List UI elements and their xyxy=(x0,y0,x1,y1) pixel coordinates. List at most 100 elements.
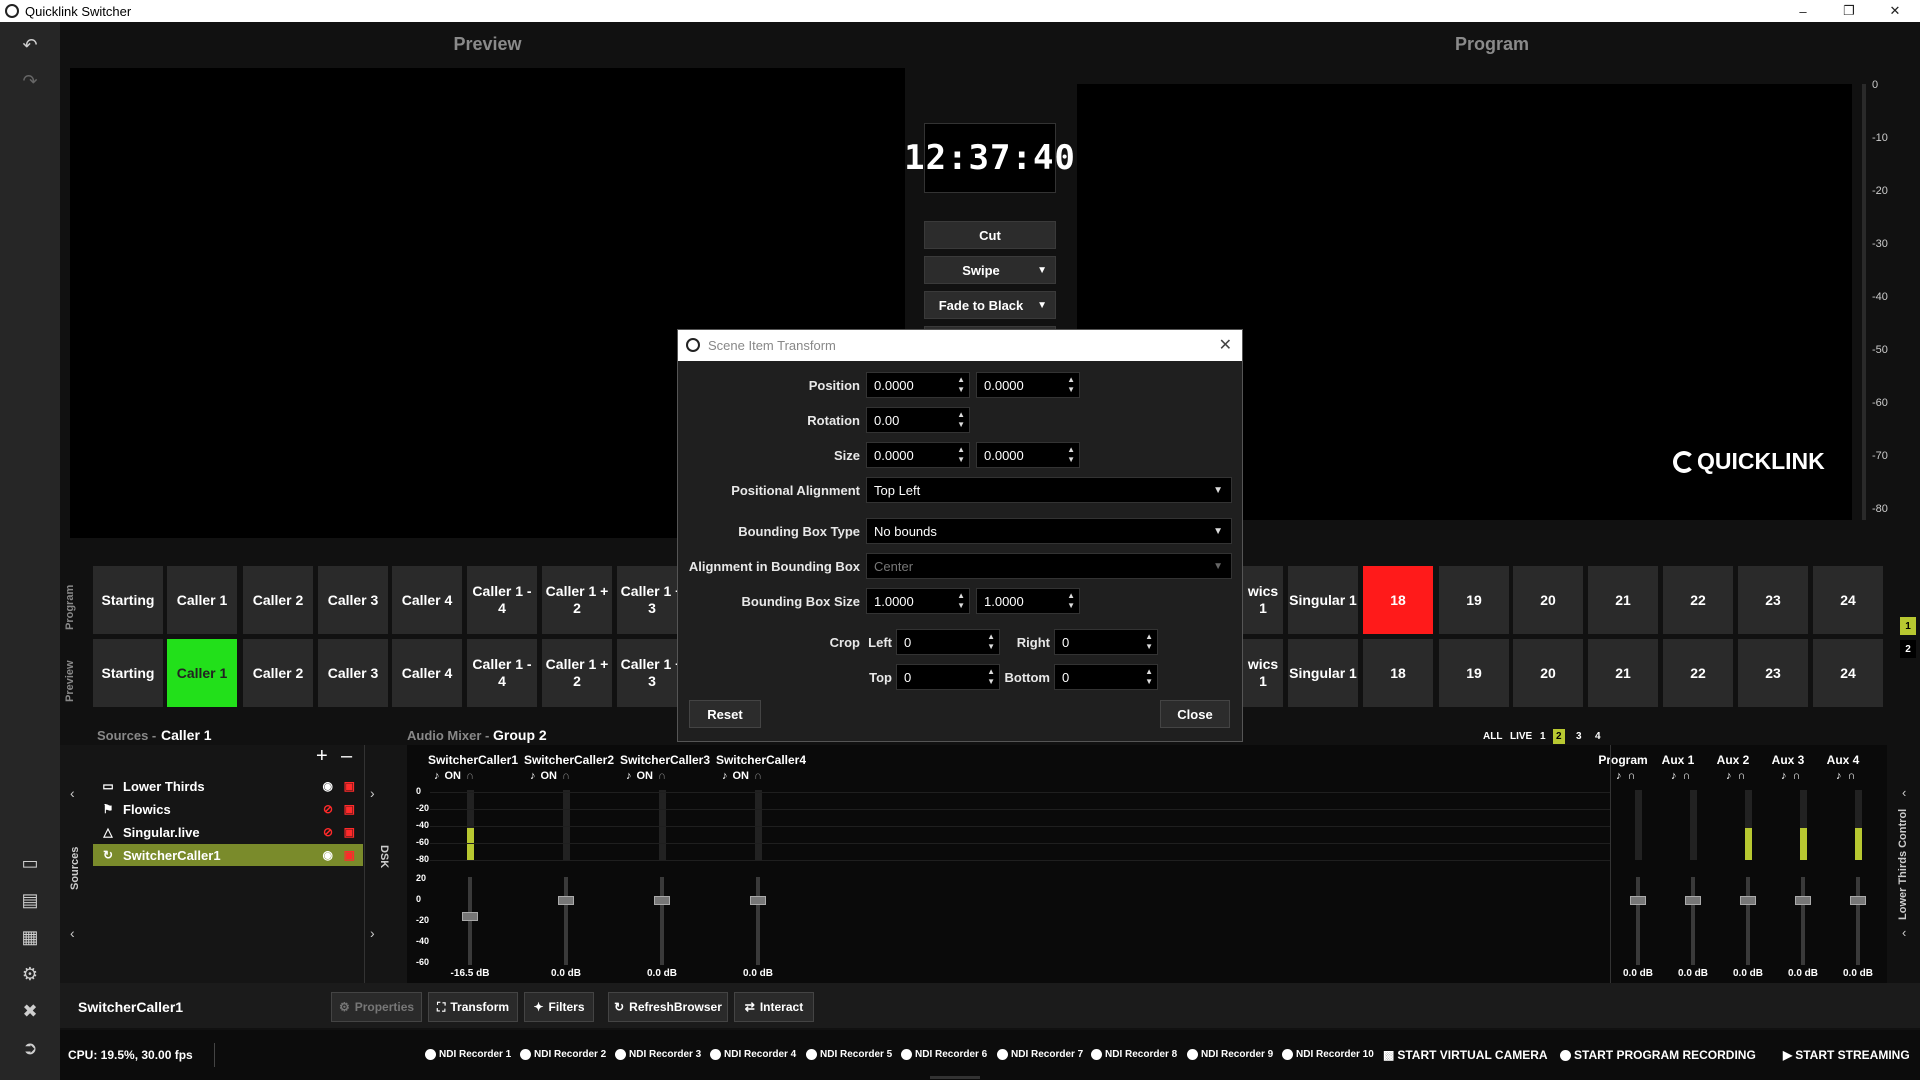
remove-source-button[interactable]: – xyxy=(341,745,352,768)
speaker-icon[interactable]: ♪ xyxy=(722,770,728,782)
channel-on-label[interactable]: ON xyxy=(637,770,654,782)
ndi-recorder-10-toggle[interactable]: NDI Recorder 10 xyxy=(1282,1049,1374,1060)
ndi-recorder-4-toggle[interactable]: NDI Recorder 4 xyxy=(710,1049,796,1060)
channel-3-fader-knob[interactable] xyxy=(654,896,670,905)
program-scene-caller-2[interactable]: Caller 2 xyxy=(243,566,313,634)
headphones-icon[interactable]: ∩ xyxy=(1683,770,1691,782)
position-x-input[interactable]: 0.0000 ▲ ▼ xyxy=(866,372,970,398)
maximize-button[interactable]: ❐ xyxy=(1826,0,1872,22)
dsk-next-arrow[interactable]: › xyxy=(370,785,375,801)
start-virtual-camera-button[interactable]: ▩ START VIRTUAL CAMERA xyxy=(1383,1048,1548,1062)
rotation-input[interactable]: 0.00 ▲ ▼ xyxy=(866,407,970,433)
ndi-recorder-6-toggle[interactable]: NDI Recorder 6 xyxy=(901,1049,987,1060)
display-settings-icon[interactable]: ▤ xyxy=(0,885,60,915)
multiview-grid-icon[interactable]: ▦ xyxy=(0,922,60,952)
preview-scene-caller-1[interactable]: Caller 1 xyxy=(167,639,237,707)
preview-scene-24[interactable]: 24 xyxy=(1813,639,1883,707)
bus-aux-3-fader-knob[interactable] xyxy=(1795,896,1811,905)
spin-arrows-icon[interactable]: ▲ ▼ xyxy=(1067,445,1075,465)
audio-tab-2[interactable]: 2 xyxy=(1553,729,1565,744)
preview-scene-partial[interactable]: wics 1 xyxy=(1243,639,1283,707)
exit-icon[interactable]: ➲ xyxy=(0,1033,60,1063)
channel-1-fader-track[interactable] xyxy=(468,877,472,965)
size-x-input[interactable]: 0.0000 ▲ ▼ xyxy=(866,442,970,468)
lock-icon[interactable]: ▣ xyxy=(344,802,355,816)
program-scene-19[interactable]: 19 xyxy=(1439,566,1509,634)
channel-4-fader-knob[interactable] xyxy=(750,896,766,905)
spin-arrows-icon[interactable]: ▲ ▼ xyxy=(1145,667,1153,687)
preview-scene-caller-4[interactable]: Caller 4 xyxy=(392,639,462,707)
preview-scene-20[interactable]: 20 xyxy=(1513,639,1583,707)
close-window-button[interactable]: ✕ xyxy=(1872,0,1918,22)
swipe-button[interactable]: Swipe ▼ xyxy=(924,256,1056,284)
program-scene-24[interactable]: 24 xyxy=(1813,566,1883,634)
program-scene-caller-1-4[interactable]: Caller 1 - 4 xyxy=(467,566,537,634)
gear-icon[interactable]: ⚙ xyxy=(0,959,60,989)
channel-on-label[interactable]: ON xyxy=(445,770,462,782)
channel-2-fader-knob[interactable] xyxy=(558,896,574,905)
program-scene-21[interactable]: 21 xyxy=(1588,566,1658,634)
bus-aux-4-fader-knob[interactable] xyxy=(1850,896,1866,905)
channel-1-fader-knob[interactable] xyxy=(462,912,478,921)
headphones-icon[interactable]: ∩ xyxy=(754,770,762,782)
dialog-close-icon[interactable]: ✕ xyxy=(1219,335,1232,355)
source-item-flowics[interactable]: ⚑ Flowics ⊘ ▣ xyxy=(93,798,363,820)
speaker-icon[interactable]: ♪ xyxy=(1836,770,1842,782)
crop-right-input[interactable]: 0 ▲ ▼ xyxy=(1054,629,1158,655)
headphones-icon[interactable]: ∩ xyxy=(562,770,570,782)
chevron-down-icon[interactable]: ▼ xyxy=(1037,265,1047,276)
preview-scene-19[interactable]: 19 xyxy=(1439,639,1509,707)
headphones-icon[interactable]: ∩ xyxy=(1628,770,1636,782)
transform-button[interactable]: ⛶ Transform xyxy=(428,992,518,1022)
program-scene-starting[interactable]: Starting xyxy=(93,566,163,634)
ndi-recorder-2-toggle[interactable]: NDI Recorder 2 xyxy=(520,1049,606,1060)
preview-scene-22[interactable]: 22 xyxy=(1663,639,1733,707)
bus-aux-1-fader-knob[interactable] xyxy=(1685,896,1701,905)
program-scene-caller-4[interactable]: Caller 4 xyxy=(392,566,462,634)
channel-3-fader-track[interactable] xyxy=(660,877,664,965)
bus-aux-2-fader-track[interactable] xyxy=(1746,877,1750,965)
spin-arrows-icon[interactable]: ▲ ▼ xyxy=(957,410,965,430)
bus-aux-4-fader-track[interactable] xyxy=(1856,877,1860,965)
preview-scene-caller-3[interactable]: Caller 3 xyxy=(318,639,388,707)
eye-hidden-icon[interactable]: ⊘ xyxy=(323,825,333,839)
spin-arrows-icon[interactable]: ▲ ▼ xyxy=(1067,591,1075,611)
source-item-switchercaller1[interactable]: ↻ SwitcherCaller1 ◉ ▣ xyxy=(93,844,363,866)
program-scene-caller-1[interactable]: Caller 1 xyxy=(167,566,237,634)
undo-icon[interactable]: ↶ xyxy=(0,30,60,60)
preview-scene-23[interactable]: 23 xyxy=(1738,639,1808,707)
minimize-button[interactable]: – xyxy=(1780,0,1826,22)
program-scene-18[interactable]: 18 xyxy=(1363,566,1433,634)
positional-alignment-select[interactable]: Top Left ▼ xyxy=(866,477,1232,503)
speaker-icon[interactable]: ♪ xyxy=(1781,770,1787,782)
spin-arrows-icon[interactable]: ▲ ▼ xyxy=(957,445,965,465)
channel-4-fader-track[interactable] xyxy=(756,877,760,965)
program-scene-22[interactable]: 22 xyxy=(1663,566,1733,634)
ndi-recorder-5-toggle[interactable]: NDI Recorder 5 xyxy=(806,1049,892,1060)
speaker-icon[interactable]: ♪ xyxy=(1671,770,1677,782)
crop-top-input[interactable]: 0 ▲ ▼ xyxy=(896,664,1000,690)
preview-scene-starting[interactable]: Starting xyxy=(93,639,163,707)
preview-scene-caller-1-4[interactable]: Caller 1 - 4 xyxy=(467,639,537,707)
lock-icon[interactable]: ▣ xyxy=(344,825,355,839)
crop-left-input[interactable]: 0 ▲ ▼ xyxy=(896,629,1000,655)
spin-arrows-icon[interactable]: ▲ ▼ xyxy=(957,375,965,395)
spin-arrows-icon[interactable]: ▲ ▼ xyxy=(1145,632,1153,652)
ndi-recorder-7-toggle[interactable]: NDI Recorder 7 xyxy=(997,1049,1083,1060)
ndi-recorder-3-toggle[interactable]: NDI Recorder 3 xyxy=(615,1049,701,1060)
properties-button[interactable]: ⚙ Properties xyxy=(331,992,422,1022)
ndi-recorder-8-toggle[interactable]: NDI Recorder 8 xyxy=(1091,1049,1177,1060)
audio-tab-3[interactable]: 3 xyxy=(1573,729,1585,744)
source-item-lower-thirds[interactable]: ▭ Lower Thirds ◉ ▣ xyxy=(93,775,363,797)
status-scroll-handle[interactable] xyxy=(930,1076,980,1079)
fade-to-black-button[interactable]: Fade to Black ▼ xyxy=(924,291,1056,319)
tools-icon[interactable]: ✖ xyxy=(0,996,60,1026)
crop-bottom-input[interactable]: 0 ▲ ▼ xyxy=(1054,664,1158,690)
headphones-icon[interactable]: ∩ xyxy=(1848,770,1856,782)
preview-scene-caller-1-2[interactable]: Caller 1 + 2 xyxy=(542,639,612,707)
eye-icon[interactable]: ◉ xyxy=(323,848,333,862)
cut-button[interactable]: Cut xyxy=(924,221,1056,249)
program-scene-caller-1-2[interactable]: Caller 1 + 2 xyxy=(542,566,612,634)
monitor-icon[interactable]: ▭ xyxy=(0,848,60,878)
sources-prev-arrow-2[interactable]: ‹ xyxy=(70,925,75,941)
